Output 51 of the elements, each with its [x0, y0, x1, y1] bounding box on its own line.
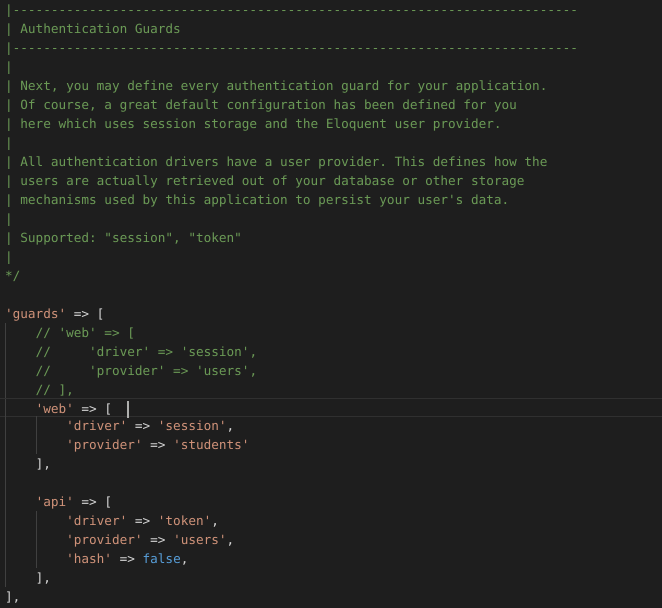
arrow-operator: => — [120, 551, 135, 566]
punctuation: ], — [36, 456, 51, 471]
string-literal: 'api' — [36, 494, 74, 509]
string-literal: 'driver' — [66, 418, 128, 433]
code-comment: | Of course, a great default configuration has been defined for you — [5, 97, 517, 112]
arrow-operator: => — [134, 513, 150, 528]
punctuation: [ — [104, 401, 112, 416]
arrow-operator: => — [74, 306, 90, 321]
string-literal: 'provider' — [66, 532, 142, 547]
code-comment: | — [5, 249, 13, 264]
code-comment: */ — [5, 268, 20, 283]
code-comment: | Authentication Guards — [5, 21, 181, 36]
text-cursor — [127, 401, 130, 418]
code-comment: | — [5, 211, 13, 226]
string-literal: 'hash' — [66, 551, 112, 566]
punctuation: , — [226, 532, 234, 547]
punctuation: [ — [96, 306, 104, 321]
code-comment: // 'web' => [ — [36, 325, 135, 340]
punctuation: , — [226, 418, 234, 433]
string-literal: 'guards' — [5, 306, 66, 321]
string-literal: 'provider' — [66, 437, 142, 452]
punctuation: [ — [104, 494, 112, 509]
code-comment: | — [5, 59, 13, 74]
code-comment: // ], — [36, 382, 74, 397]
string-literal: 'driver' — [66, 513, 128, 528]
string-literal: 'users' — [173, 532, 227, 547]
code-comment: | mechanisms used by this application to persist your user's data. — [5, 192, 510, 207]
arrow-operator: => — [150, 532, 166, 547]
code-comment: |-------------------------------------------------------------------------- — [5, 2, 578, 17]
string-literal: 'session' — [158, 418, 227, 433]
string-literal: 'token' — [158, 513, 212, 528]
code-comment: | here which uses session storage and the Eloquent user provider. — [5, 116, 502, 131]
keyword: false — [142, 551, 181, 566]
code-comment: | All authentication drivers have a user provider. This defines how the — [5, 154, 548, 169]
string-literal: 'web' — [36, 401, 74, 416]
arrow-operator: => — [134, 418, 150, 433]
arrow-operator: => — [81, 401, 97, 416]
arrow-operator: => — [81, 494, 97, 509]
punctuation: , — [211, 513, 219, 528]
code-comment: // 'provider' => 'users', — [36, 363, 258, 378]
code-comment: | Supported: "session", "token" — [5, 230, 242, 245]
code-comment: | — [5, 135, 13, 150]
punctuation: ], — [5, 589, 20, 604]
string-literal: 'students' — [173, 437, 250, 452]
punctuation: ], — [36, 570, 51, 585]
code-comment: // 'driver' => 'session', — [36, 344, 258, 359]
arrow-operator: => — [150, 437, 166, 452]
code-comment: | users are actually retrieved out of your database or other storage — [5, 173, 524, 188]
code-comment: |-------------------------------------------------------------------------- — [5, 40, 578, 55]
punctuation: , — [180, 551, 188, 566]
code-comment: | Next, you may define every authentication guard for your application. — [5, 78, 548, 93]
